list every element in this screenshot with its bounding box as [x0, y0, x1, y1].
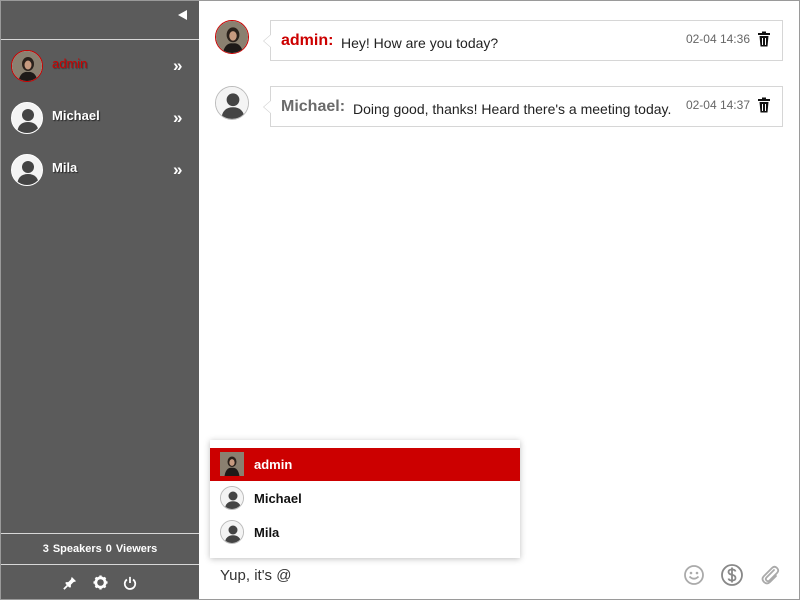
paperclip-icon[interactable]: [758, 563, 782, 587]
message-text: Hey! How are you today?: [341, 35, 499, 51]
avatar: [11, 154, 43, 186]
message-text: Doing good, thanks! Heard there's a meet…: [353, 101, 672, 117]
viewers-label: Viewers: [115, 543, 158, 555]
avatar: [220, 452, 244, 476]
trash-icon[interactable]: [757, 97, 771, 113]
message-sender: admin:: [281, 32, 334, 49]
message-input[interactable]: [210, 562, 660, 588]
avatar: [215, 20, 249, 54]
user-name: Mila: [52, 160, 78, 175]
message-bubble: Michael: Doing good, thanks! Heard there…: [263, 86, 783, 127]
message-item: Michael: Doing good, thanks! Heard there…: [215, 86, 785, 130]
speakers-label: Speakers: [52, 543, 102, 555]
trash-icon[interactable]: [757, 31, 771, 47]
user-name: Michael: [52, 108, 100, 123]
dollar-icon[interactable]: [720, 563, 744, 587]
message-bubble: admin: Hey! How are you today? 02-04 14:…: [263, 20, 783, 61]
mention-name: Mila: [254, 525, 280, 540]
message-time: 02-04 14:36: [685, 32, 750, 46]
message-item: admin: Hey! How are you today? 02-04 14:…: [215, 20, 785, 64]
user-item-mila[interactable]: Mila »: [1, 144, 199, 196]
gear-icon[interactable]: [92, 575, 108, 591]
user-name: admin: [52, 56, 88, 71]
speakers-count: 3: [42, 543, 49, 555]
pin-icon[interactable]: [62, 575, 78, 591]
emoji-icon[interactable]: [682, 563, 706, 587]
mention-name: admin: [254, 457, 293, 472]
avatar: [220, 486, 244, 510]
user-item-michael[interactable]: Michael »: [1, 92, 199, 144]
sidebar: admin » Michael » Mila » 3 Speakers 0 Vi…: [1, 1, 199, 599]
participant-counts: 3 Speakers 0 Viewers: [1, 533, 199, 565]
message-composer: [210, 560, 795, 592]
chevron-double-right-icon[interactable]: »: [173, 56, 182, 76]
avatar: [11, 102, 43, 134]
user-item-admin[interactable]: admin »: [1, 40, 199, 92]
mention-item-admin[interactable]: admin: [210, 448, 520, 481]
mention-popup: admin Michael Mila: [210, 440, 520, 558]
avatar: [215, 86, 249, 120]
power-icon[interactable]: [122, 575, 138, 591]
mention-item-mila[interactable]: Mila: [210, 516, 520, 549]
message-sender: Michael:: [281, 98, 346, 115]
chevron-double-right-icon[interactable]: »: [173, 108, 182, 128]
message-time: 02-04 14:37: [685, 98, 750, 112]
collapse-sidebar-button[interactable]: [178, 10, 187, 20]
mention-item-michael[interactable]: Michael: [210, 482, 520, 515]
user-list: admin » Michael » Mila »: [1, 40, 199, 196]
mention-name: Michael: [254, 491, 302, 506]
viewers-count: 0: [105, 543, 112, 555]
chevron-double-right-icon[interactable]: »: [173, 160, 182, 180]
avatar: [220, 520, 244, 544]
avatar: [11, 50, 43, 82]
sidebar-tools: [1, 566, 199, 599]
